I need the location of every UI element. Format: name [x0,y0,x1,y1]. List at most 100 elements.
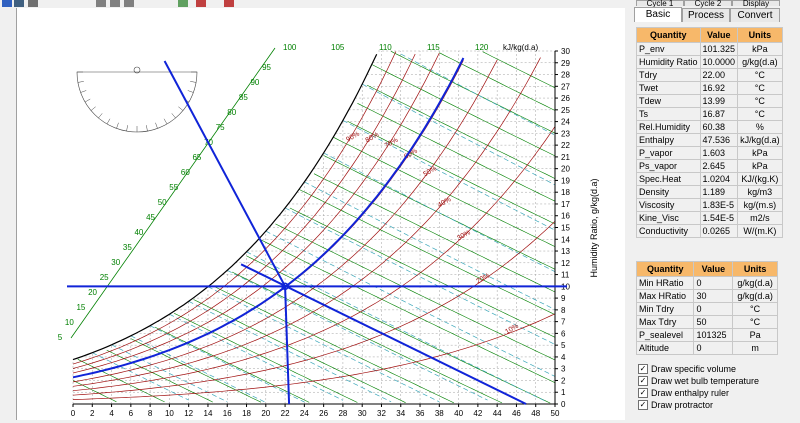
value-cell[interactable]: 30 [693,289,734,303]
y-tick-label: 25 [561,106,570,115]
open-icon[interactable] [2,0,12,7]
value-cell[interactable]: 50 [693,315,734,329]
table-row: Ts 16.87 °C [636,107,783,121]
table-row: P_env 101.325 kPa [636,42,783,56]
y-tick-label: 20 [561,165,570,174]
checkbox-label: Draw wet bulb temperature [651,376,760,386]
psychrometric-chart-panel[interactable]: 90% 80% 70% 60% 50% 40% 30% 20% 10% 0 2 4 6 8 10 12 14 16… [16,8,625,420]
value-cell: 1.54E-5 [699,211,739,225]
y-tick-label: 7 [561,318,566,327]
quantity-cell: Rel.Humidity [636,120,701,134]
tab-cycle-2[interactable]: Cycle 2 [684,0,732,8]
y-axis-label: Humidity Ratio, g/kg(d.a) [589,178,599,277]
x-tick-label: 0 [71,409,76,418]
tab-label: Basic [645,9,671,20]
checkbox-draw-specific-volume[interactable]: ✓ Draw specific volume [638,364,736,374]
y-tick-label: 12 [561,259,570,268]
value-cell[interactable]: 101325 [693,328,734,342]
value-cell[interactable]: 0 [693,302,734,316]
enthalpy-line [482,51,556,89]
zoom-reset-icon[interactable] [124,0,134,7]
units-cell: g/kg(d.a) [732,276,778,290]
y-tick-label: 22 [561,141,570,150]
y-tick-label: 5 [561,341,566,350]
x-tick-label: 8 [148,409,153,418]
grid-icon[interactable] [196,0,206,7]
tab-convert[interactable]: Convert [730,8,780,22]
checkbox-label: Draw protractor [651,400,714,410]
quantity-cell: Ts [636,107,701,121]
x-tick-label: 24 [300,409,309,418]
enthalpy-ruler-label: 15 [76,303,85,312]
protractor-tick [146,125,148,132]
value-cell: 16.87 [699,107,739,121]
enthalpy-ruler-label: 20 [88,288,97,297]
checkbox-icon[interactable]: ✓ [638,376,648,386]
table-row: Spec.Heat 1.0204 KJ/(kg.K) [636,172,783,186]
zoom-in-icon[interactable] [96,0,106,7]
enthalpy-ruler-label: 50 [158,198,167,207]
x-tick-label: 14 [204,409,213,418]
x-tick-label: 12 [184,409,193,418]
value-cell: 2.645 [699,159,739,173]
enthalpy-ruler-label: 5 [58,333,63,342]
tab-label: Process [687,10,725,21]
value-cell[interactable]: 0 [693,341,734,355]
tab-display[interactable]: Display [732,0,780,8]
protractor-tick [187,90,194,93]
chart-icon[interactable] [178,0,188,7]
x-tick-label: 4 [109,409,114,418]
rh-label: 90% [345,131,361,144]
print-icon[interactable] [28,0,38,7]
enthalpy-scale-label: 110 [379,43,392,52]
table-row: P_vapor 1.603 kPa [636,146,783,160]
value-cell: 1.189 [699,185,739,199]
protractor-tick [90,106,96,111]
enthalpy-ruler-label: 90 [250,78,259,87]
quantity-cell: P_sealevel [635,328,695,342]
table-row: Max HRatio 30 g/kg(d.a) [635,289,778,303]
checkbox-icon[interactable]: ✓ [638,364,648,374]
units-cell: kJ/kg(d.a) [737,133,783,147]
rh-curve [72,52,440,374]
zoom-out-icon[interactable] [110,0,120,7]
units-cell: kPa [737,146,783,160]
protractor-tick [155,122,158,129]
value-cell: 1.83E-5 [699,198,739,212]
y-tick-label: 16 [561,212,570,221]
clear-icon[interactable] [224,0,234,7]
value-cell[interactable]: 0 [693,276,734,290]
units-cell: °C [737,94,783,108]
tab-process[interactable]: Process [682,8,730,22]
y-tick-label: 19 [561,176,570,185]
psychrometric-chart[interactable]: 90% 80% 70%60%50%40%30%20%10%0 2 4 6 8 10 12 14 16… [17,8,625,420]
protractor-tick [178,106,184,111]
units-cell: W/(m.K) [737,224,783,238]
quantity-cell: Min Tdry [635,302,695,316]
tab-label: Display [742,0,770,8]
save-icon[interactable] [14,0,24,7]
checkbox-icon[interactable]: ✓ [638,388,648,398]
x-tick-label: 40 [454,409,463,418]
checkbox-draw-wet-bulb[interactable]: ✓ Draw wet bulb temperature [638,376,759,386]
units-cell: KJ/(kg.K) [737,172,783,186]
enthalpy-scale-label: 115 [427,43,440,52]
tab-basic[interactable]: Basic [634,7,682,22]
x-tick-label: 20 [261,409,270,418]
protractor-tick [126,125,128,132]
tab-cycle-1[interactable]: Cycle 1 [636,0,684,8]
units-cell: °C [737,68,783,82]
checkbox-draw-protractor[interactable]: ✓ Draw protractor [638,400,713,410]
quantity-cell: Humidity Ratio [636,55,701,69]
checkbox-draw-enthalpy-ruler[interactable]: ✓ Draw enthalpy ruler [638,388,729,398]
y-tick-label: 26 [561,94,570,103]
wet-bulb-line [130,335,266,403]
quantity-cell: Ps_vapor [636,159,701,173]
value-cell: 101.325 [699,42,739,56]
quantity-cell: Min HRatio [635,276,695,290]
enthalpy-ruler-label: 45 [146,213,155,222]
x-tick-label: 46 [512,409,521,418]
value-cell: 13.99 [699,94,739,108]
checkbox-icon[interactable]: ✓ [638,400,648,410]
table-row: Min HRatio 0 g/kg(d.a) [635,276,778,290]
